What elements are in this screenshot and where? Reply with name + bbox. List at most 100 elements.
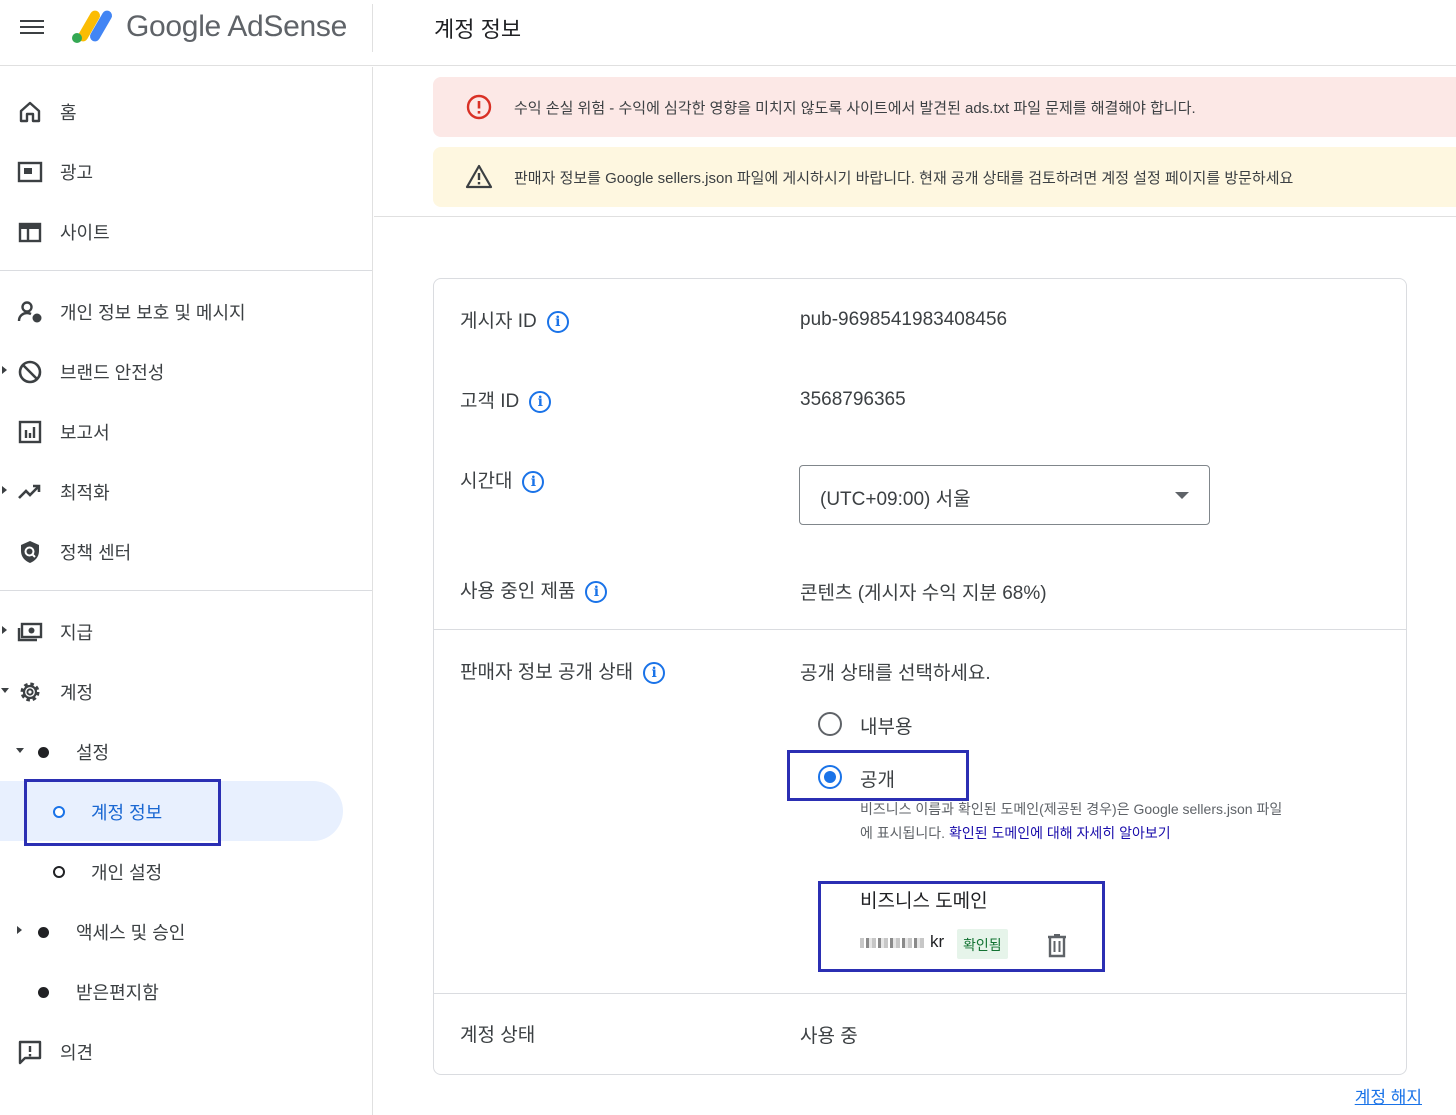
gear-icon [20, 682, 40, 702]
sidebar-item-label: 계정 [60, 683, 94, 703]
sidebar-item-payments[interactable]: 지급 [0, 603, 372, 659]
sidebar-item-label: 개인 정보 보호 및 메시지 [60, 303, 246, 323]
main-divider [374, 216, 1456, 217]
highlight-box-account-info [24, 779, 221, 846]
adsense-app: Google AdSense 계정 정보 홈 광고 사이트 개인 정보 보호 및… [0, 0, 1456, 1115]
publisher-id-label: 게시자 ID i [460, 306, 569, 333]
public-help-text-2: 에 표시됩니다. 확인된 도메인에 대해 자세히 알아보기 [860, 825, 1171, 841]
sidebar-item-label: 액세스 및 승인 [76, 923, 186, 943]
info-icon[interactable]: i [643, 661, 666, 684]
timezone-selected-value: (UTC+09:00) 서울 [820, 489, 971, 510]
bullet-dot-icon [38, 747, 49, 758]
account-info-card: 게시자 ID i pub-9698541983408456 고객 ID i 3568… [433, 278, 1407, 1075]
sellers-json-warning-banner: 판매자 정보를 Google sellers.json 파일에 게시하시기 바랍… [433, 147, 1456, 207]
sidebar-item-label: 보고서 [60, 423, 110, 443]
sidebar-item-label: 받은편지함 [76, 983, 159, 1003]
sidebar-item-optimization[interactable]: 최적화 [0, 463, 372, 519]
sidebar-divider [0, 590, 372, 591]
sidebar-divider [0, 270, 372, 271]
privacy-icon [17, 301, 42, 323]
sidebar-item-label: 의견 [60, 1043, 94, 1063]
sidebar-item-reports[interactable]: 보고서 [0, 403, 372, 459]
seller-visibility-prompt: 공개 상태를 선택하세요. [800, 663, 991, 684]
customer-id-value: 3568796365 [800, 389, 906, 410]
bullet-dot-icon [38, 987, 49, 998]
info-icon[interactable]: i [529, 390, 552, 413]
bullet-ring-icon [53, 866, 65, 878]
home-icon [19, 101, 41, 123]
sidebar-item-account[interactable]: 계정 [0, 663, 372, 719]
products-label: 사용 중인 제품 i [460, 576, 608, 603]
expand-caret-icon[interactable] [2, 626, 7, 634]
sites-icon [18, 222, 42, 243]
feedback-icon [18, 1040, 42, 1065]
sidebar-item-personal-settings[interactable]: 개인 설정 [0, 843, 372, 899]
customer-id-label: 고객 ID i [460, 386, 552, 413]
sidebar-item-feedback[interactable]: 의견 [0, 1023, 372, 1079]
sidebar-item-label: 개인 설정 [91, 863, 163, 883]
seller-visibility-label: 판매자 정보 공개 상태 i [460, 657, 666, 684]
collapse-caret-icon[interactable] [1, 688, 9, 693]
brand-name: Google AdSense [126, 10, 347, 43]
payments-icon [17, 622, 43, 642]
reports-icon [18, 420, 42, 444]
sidebar-item-privacy[interactable]: 개인 정보 보호 및 메시지 [0, 283, 372, 339]
adsense-logo-icon [72, 10, 112, 43]
sidebar-item-inbox[interactable]: 받은편지함 [0, 963, 372, 1019]
sidebar-item-sites[interactable]: 사이트 [0, 203, 372, 259]
trending-up-icon [18, 484, 41, 499]
top-divider [372, 4, 373, 52]
sidebar-item-brand-safety[interactable]: 브랜드 안전성 [0, 343, 372, 399]
publisher-id-value: pub-9698541983408456 [800, 309, 1008, 330]
main-content: 수익 손실 위험 - 수익에 심각한 영향을 미치지 않도록 사이트에서 발견된… [374, 67, 1456, 1115]
card-divider [434, 993, 1406, 994]
cancel-account-link[interactable]: 계정 해지 [1355, 1083, 1422, 1108]
sidebar-item-label: 브랜드 안전성 [60, 363, 165, 383]
warning-banner-text: 판매자 정보를 Google sellers.json 파일에 게시하시기 바랍… [514, 170, 1294, 187]
warning-icon [465, 164, 493, 189]
account-status-value: 사용 중 [800, 1026, 858, 1047]
expand-caret-icon[interactable] [2, 486, 7, 494]
radio-internal-label[interactable]: 내부용 [860, 712, 912, 739]
top-bar: Google AdSense 계정 정보 [0, 0, 1456, 66]
expand-caret-icon[interactable] [2, 366, 7, 374]
info-icon[interactable]: i [546, 310, 569, 333]
block-icon [18, 360, 42, 384]
menu-icon[interactable] [20, 16, 44, 40]
policy-shield-icon [21, 541, 39, 563]
timezone-select[interactable]: (UTC+09:00) 서울 [799, 465, 1210, 525]
timezone-label: 시간대 i [460, 466, 545, 493]
learn-more-link[interactable]: 확인된 도메인에 대해 자세히 알아보기 [949, 825, 1171, 841]
highlight-box-business-domain [818, 881, 1105, 972]
sidebar-item-ads[interactable]: 광고 [0, 143, 372, 199]
sidebar-item-label: 사이트 [60, 223, 110, 243]
sidebar-item-label: 최적화 [60, 483, 110, 503]
sidebar-item-settings[interactable]: 설정 [0, 723, 372, 779]
sidebar-item-label: 지급 [60, 623, 94, 643]
highlight-box-public [787, 750, 969, 801]
card-divider [434, 629, 1406, 630]
bullet-dot-icon [38, 927, 49, 938]
radio-internal[interactable] [818, 712, 842, 736]
account-status-label: 계정 상태 [460, 1025, 536, 1046]
sidebar-item-label: 홈 [60, 103, 77, 123]
dropdown-arrow-icon [1175, 492, 1189, 499]
sidebar-item-label: 정책 센터 [60, 543, 132, 563]
error-icon [466, 94, 492, 120]
page-title: 계정 정보 [434, 17, 522, 42]
sidebar-item-home[interactable]: 홈 [0, 83, 372, 139]
public-help-text: 비즈니스 이름과 확인된 도메인(제공된 경우)은 Google sellers… [860, 801, 1283, 817]
collapse-caret-icon[interactable] [16, 748, 24, 753]
error-banner-text: 수익 손실 위험 - 수익에 심각한 영향을 미치지 않도록 사이트에서 발견된… [514, 100, 1196, 117]
sidebar-item-label: 광고 [60, 163, 94, 183]
ads-txt-error-banner: 수익 손실 위험 - 수익에 심각한 영향을 미치지 않도록 사이트에서 발견된… [433, 77, 1456, 137]
info-icon[interactable]: i [522, 470, 545, 493]
ads-icon [17, 161, 43, 183]
expand-caret-icon[interactable] [17, 926, 22, 934]
sidebar-item-policy-center[interactable]: 정책 센터 [0, 523, 372, 579]
sidebar-item-label: 설정 [76, 743, 110, 763]
sidebar: 홈 광고 사이트 개인 정보 보호 및 메시지 브랜드 안전성 보고서 최적화 [0, 67, 373, 1115]
sidebar-item-access[interactable]: 액세스 및 승인 [0, 903, 372, 959]
info-icon[interactable]: i [585, 580, 608, 603]
products-value: 콘텐츠 (게시자 수익 지분 68%) [800, 583, 1047, 604]
